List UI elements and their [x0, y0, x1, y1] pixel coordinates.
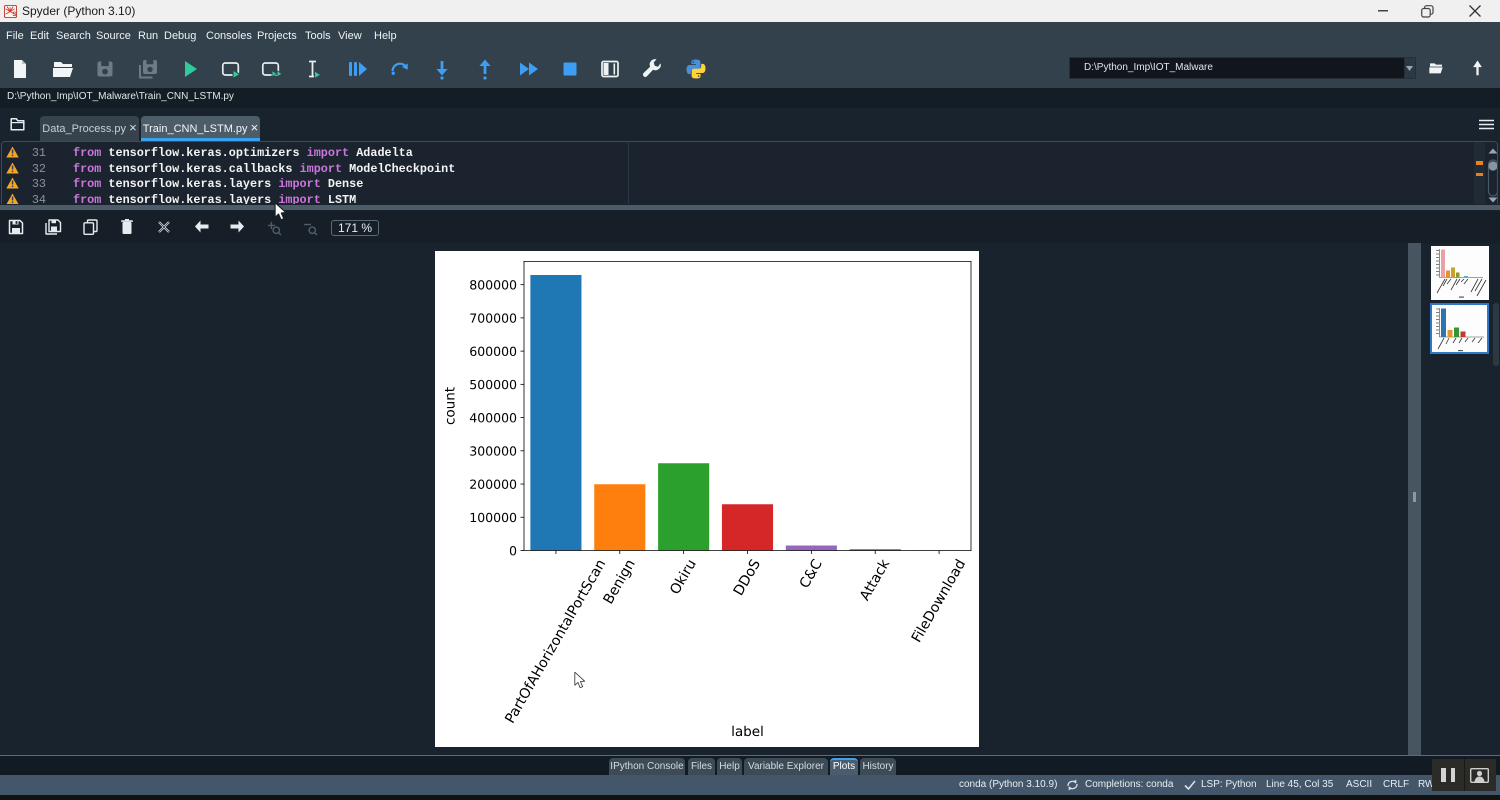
svg-text:S: S	[12, 11, 16, 18]
